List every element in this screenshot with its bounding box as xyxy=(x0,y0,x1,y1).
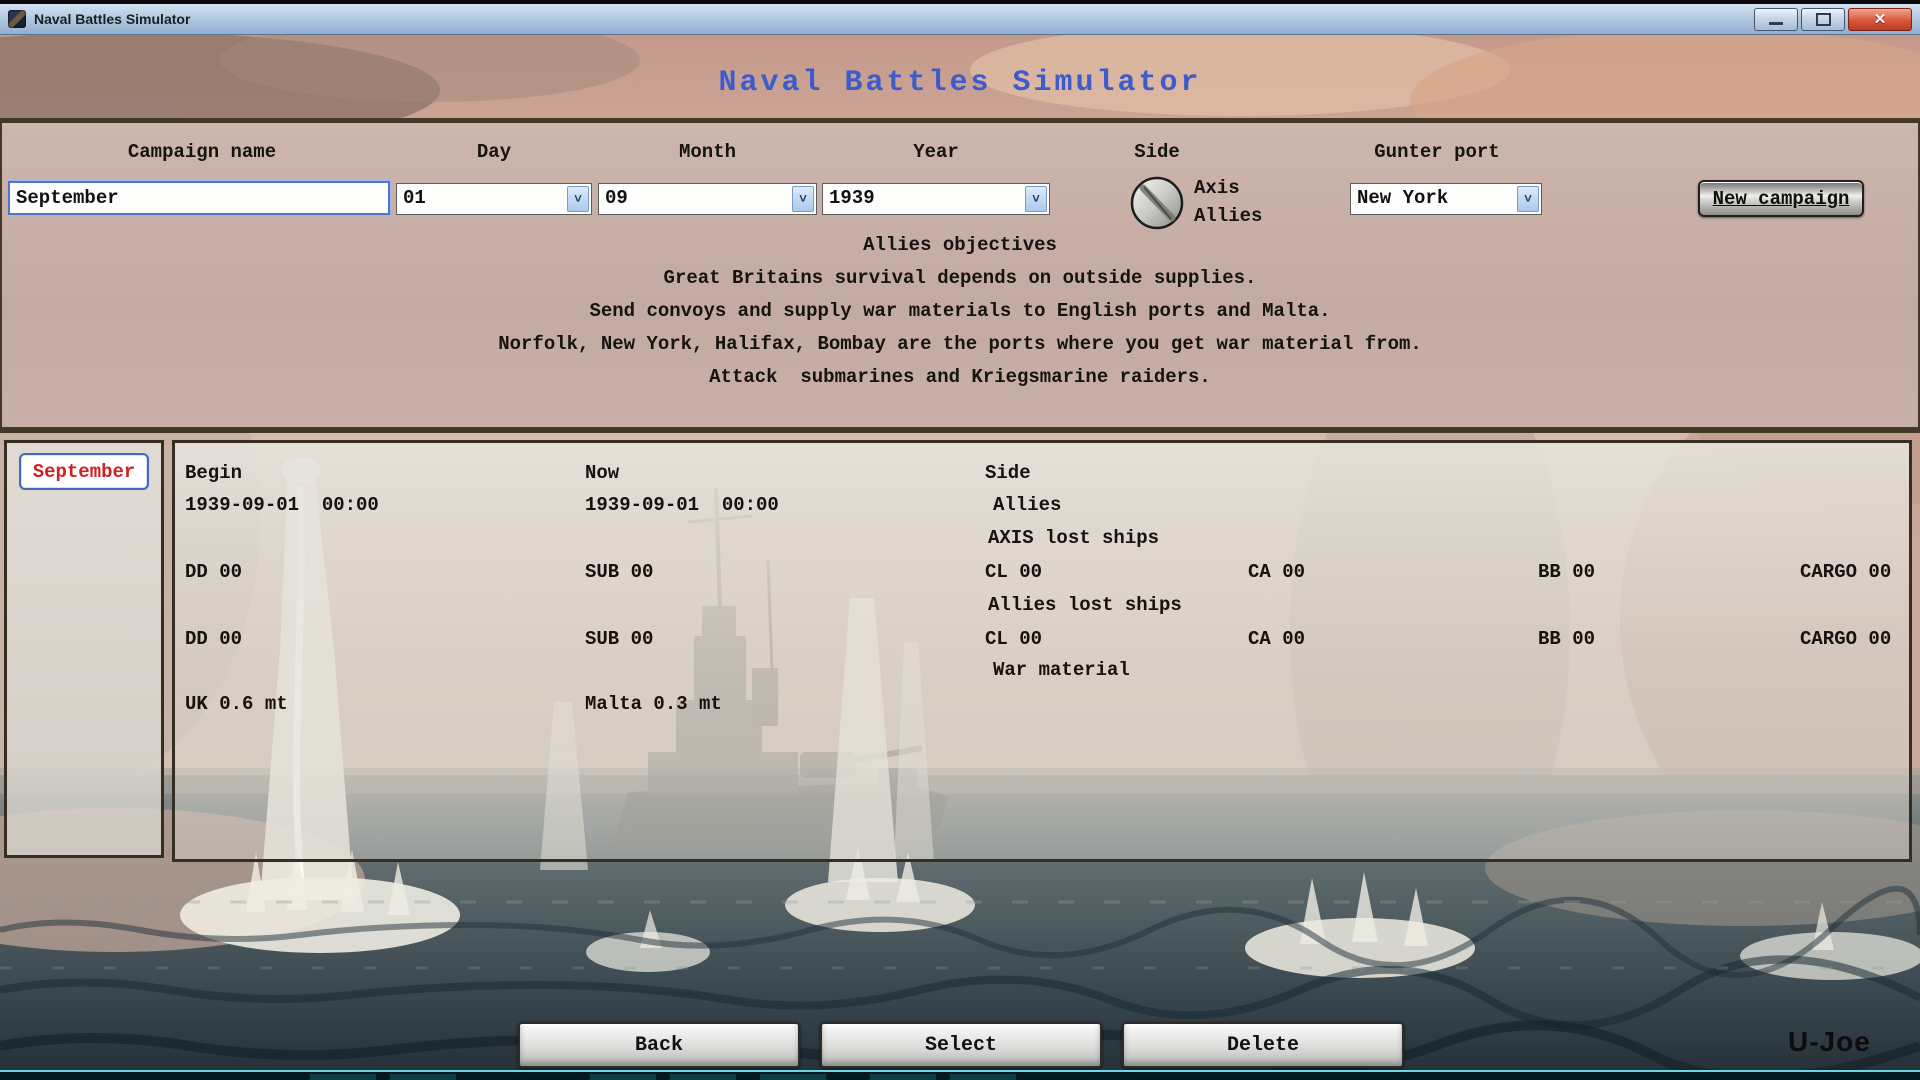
close-button[interactable]: ✕ xyxy=(1848,8,1912,31)
allies-lost-heading: Allies lost ships xyxy=(988,594,1182,616)
campaign-list-item-selected[interactable]: September xyxy=(19,453,149,490)
begin-value: 1939-09-01 00:00 xyxy=(185,494,379,516)
axis-cargo: CARGO 00 xyxy=(1800,561,1892,583)
minimize-button[interactable] xyxy=(1754,8,1798,31)
select-button[interactable]: Select xyxy=(820,1022,1102,1068)
gunter-port-value: New York xyxy=(1357,187,1449,209)
side-option-allies[interactable]: Allies xyxy=(1194,205,1262,227)
taskbar-strip xyxy=(0,1070,1920,1080)
year-select[interactable]: 1939 ˅ xyxy=(822,183,1050,215)
allies-ca: CA 00 xyxy=(1248,628,1306,650)
allies-cargo: CARGO 00 xyxy=(1800,628,1892,650)
year-label: Year xyxy=(913,141,959,163)
author-credit: U-Joe xyxy=(1788,1026,1871,1057)
chevron-down-icon[interactable]: ˅ xyxy=(792,186,814,212)
now-label: Now xyxy=(585,462,620,484)
app-window: Naval Battles Simulator ✕ Naval Battles … xyxy=(0,0,1920,1080)
new-campaign-form: Campaign name Day Month Year Side Gunter… xyxy=(0,118,1920,433)
chevron-down-icon[interactable]: ˅ xyxy=(1025,186,1047,212)
close-icon: ✕ xyxy=(1873,11,1887,28)
war-material-heading: War material xyxy=(993,659,1130,681)
objectives-block: Allies objectives Great Britains surviva… xyxy=(2,229,1918,394)
axis-lost-heading: AXIS lost ships xyxy=(988,527,1160,549)
campaign-name-input[interactable] xyxy=(8,181,390,215)
side-option-axis[interactable]: Axis xyxy=(1194,177,1240,199)
axis-bb: BB 00 xyxy=(1538,561,1596,583)
begin-label: Begin xyxy=(185,462,243,484)
side-detail-label: Side xyxy=(985,462,1031,484)
window-title: Naval Battles Simulator xyxy=(34,11,191,27)
month-value: 09 xyxy=(605,187,628,209)
side-knob[interactable] xyxy=(1129,175,1185,231)
now-value: 1939-09-01 00:00 xyxy=(585,494,779,516)
month-label: Month xyxy=(678,141,736,163)
back-button[interactable]: Back xyxy=(518,1022,800,1068)
war-uk: UK 0.6 mt xyxy=(185,693,288,715)
chevron-down-icon[interactable]: ˅ xyxy=(1517,186,1539,212)
gunter-port-label: Gunter port xyxy=(1374,141,1500,163)
war-malta: Malta 0.3 mt xyxy=(585,693,722,715)
chevron-down-icon[interactable]: ˅ xyxy=(567,186,589,212)
objectives-heading: Allies objectives xyxy=(863,234,1057,256)
delete-button[interactable]: Delete xyxy=(1122,1022,1404,1068)
campaign-list: September xyxy=(4,440,164,858)
allies-sub: SUB 00 xyxy=(585,628,654,650)
allies-bb: BB 00 xyxy=(1538,628,1596,650)
axis-cl: CL 00 xyxy=(985,561,1043,583)
minimize-icon xyxy=(1769,22,1783,25)
page-title: Naval Battles Simulator xyxy=(718,66,1202,100)
side-detail-value: Allies xyxy=(993,494,1062,516)
axis-dd: DD 00 xyxy=(185,561,243,583)
axis-sub: SUB 00 xyxy=(585,561,654,583)
month-select[interactable]: 09 ˅ xyxy=(598,183,817,215)
axis-ca: CA 00 xyxy=(1248,561,1306,583)
new-campaign-button[interactable]: New campaign xyxy=(1698,180,1864,217)
side-label: Side xyxy=(1134,141,1180,163)
campaign-name-label: Campaign name xyxy=(127,141,277,163)
day-label: Day xyxy=(476,141,512,163)
allies-cl: CL 00 xyxy=(985,628,1043,650)
year-value: 1939 xyxy=(829,187,875,209)
allies-dd: DD 00 xyxy=(185,628,243,650)
gunter-port-select[interactable]: New York ˅ xyxy=(1350,183,1542,215)
app-icon xyxy=(8,10,26,28)
day-value: 01 xyxy=(403,187,426,209)
maximize-button[interactable] xyxy=(1801,8,1845,31)
day-select[interactable]: 01 ˅ xyxy=(396,183,592,215)
titlebar[interactable]: Naval Battles Simulator ✕ xyxy=(0,4,1920,35)
maximize-icon xyxy=(1815,13,1831,26)
